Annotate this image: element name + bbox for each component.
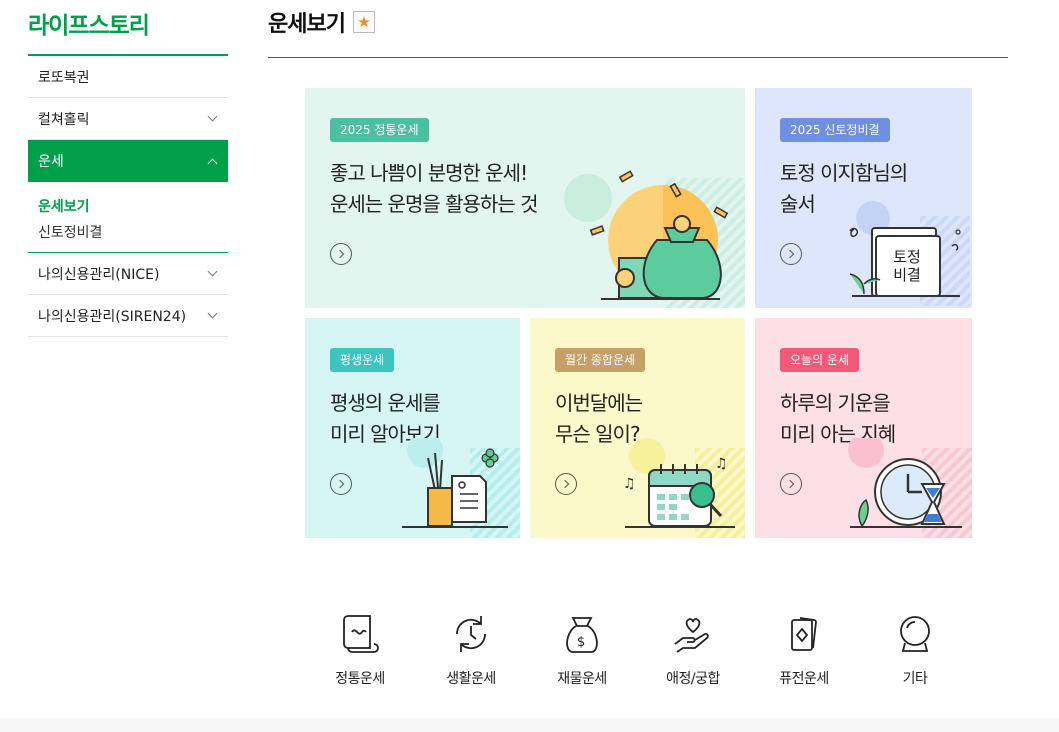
calendar-illustration: ♫ ♫ bbox=[623, 438, 745, 538]
cycle-icon bbox=[456, 616, 486, 652]
chevron-down-icon bbox=[207, 308, 218, 319]
category-etc[interactable]: 기타 bbox=[865, 612, 965, 688]
card-monthly-fortune[interactable]: 월간 종합운세 이번달에는 무슨 일이? ♫ ♫ bbox=[530, 318, 745, 538]
sidebar-item-label: 컬쳐홀릭 bbox=[38, 111, 90, 128]
scroll-icon bbox=[343, 615, 379, 653]
card-today-fortune[interactable]: 오늘의 운세 하루의 기운을 미리 아는 지혜 bbox=[755, 318, 972, 538]
sidebar-item-lotto[interactable]: 로또복권 bbox=[28, 56, 228, 98]
category-traditional[interactable]: 정통운세 bbox=[310, 612, 410, 688]
pencil-cup-illustration bbox=[402, 438, 520, 538]
book-title: 토정 비결 bbox=[893, 248, 921, 284]
card-title: 좋고 나쁨이 분명한 운세! 운세는 운명을 활용하는 것 bbox=[330, 161, 538, 216]
arrow-right-circle-icon[interactable] bbox=[780, 243, 802, 265]
category-daily-life[interactable]: 생활운세 bbox=[421, 612, 521, 688]
heart-hand-icon bbox=[674, 618, 709, 653]
category-label: 퓨전운세 bbox=[779, 671, 829, 687]
category-label: 애정/궁합 bbox=[666, 671, 720, 687]
money-bag-illustration bbox=[564, 170, 745, 308]
favorite-star-icon[interactable]: ★ bbox=[352, 10, 375, 33]
page-header: 운세보기 ★ bbox=[268, 0, 1008, 58]
chevron-up-icon bbox=[207, 158, 218, 168]
sidebar-submenu: 운세보기 신토정비결 bbox=[28, 182, 228, 253]
sidebar-item-culture[interactable]: 컬쳐홀릭 bbox=[28, 98, 228, 140]
sidebar-item-credit-nice[interactable]: 나의신용관리(NICE) bbox=[28, 253, 228, 295]
footer-band bbox=[0, 718, 1059, 732]
card-lifetime-fortune[interactable]: 평생운세 평생의 운세를 미리 알아보기 bbox=[305, 318, 520, 538]
clock-hourglass-illustration bbox=[848, 438, 972, 538]
category-wealth[interactable]: $ 재물운세 bbox=[532, 612, 632, 688]
card-tag: 월간 종합운세 bbox=[555, 348, 646, 372]
arrow-right-circle-icon[interactable] bbox=[780, 473, 802, 495]
category-label: 기타 bbox=[902, 671, 928, 687]
submenu-item-fortune-view[interactable]: 운세보기 bbox=[38, 194, 218, 220]
card-tag: 2025 정통운세 bbox=[330, 118, 429, 142]
arrow-right-circle-icon[interactable] bbox=[330, 243, 352, 265]
chevron-down-icon bbox=[207, 266, 218, 277]
sidebar: 라이프스토리 로또복권 컬쳐홀릭 운세 운세보기 신토정비결 나의신용관리(NI… bbox=[28, 0, 228, 337]
brand-logo[interactable]: 라이프스토리 bbox=[28, 0, 228, 56]
category-fusion[interactable]: 퓨전운세 bbox=[754, 612, 854, 688]
submenu-item-tojeong[interactable]: 신토정비결 bbox=[38, 220, 218, 246]
page: 라이프스토리 로또복권 컬쳐홀릭 운세 운세보기 신토정비결 나의신용관리(NI… bbox=[0, 0, 1059, 732]
sidebar-item-label: 운세 bbox=[38, 154, 64, 170]
category-menu: 정통운세 생활운세 $ 재물운세 애정/궁합 퓨전운세 기타 bbox=[305, 612, 971, 702]
card-tojeong-bigyeol[interactable]: 2025 신토정비결 토정 이지함님의 술서 토정 비결 bbox=[755, 88, 972, 308]
category-label: 정통운세 bbox=[335, 671, 385, 687]
category-label: 생활운세 bbox=[446, 671, 496, 687]
svg-text:♫: ♫ bbox=[715, 456, 728, 472]
svg-text:$: $ bbox=[577, 635, 585, 650]
cards-icon bbox=[791, 617, 817, 651]
sidebar-item-fortune[interactable]: 운세 bbox=[28, 140, 228, 182]
sidebar-item-label: 나의신용관리(SIREN24) bbox=[38, 308, 187, 325]
category-love-match[interactable]: 애정/궁합 bbox=[643, 612, 743, 688]
svg-text:♫: ♫ bbox=[623, 476, 636, 492]
money-bag-icon: $ bbox=[566, 617, 598, 653]
card-traditional-fortune[interactable]: 2025 정통운세 좋고 나쁨이 분명한 운세! 운세는 운명을 활용하는 것 bbox=[305, 88, 745, 308]
chevron-down-icon bbox=[207, 111, 218, 122]
arrow-right-circle-icon[interactable] bbox=[330, 473, 352, 495]
sidebar-item-credit-siren24[interactable]: 나의신용관리(SIREN24) bbox=[28, 295, 228, 337]
card-tag: 2025 신토정비결 bbox=[780, 118, 890, 142]
crystal-ball-icon bbox=[900, 616, 930, 652]
card-tag: 오늘의 운세 bbox=[780, 348, 860, 372]
arrow-right-circle-icon[interactable] bbox=[555, 473, 577, 495]
sidebar-item-label: 로또복권 bbox=[38, 69, 90, 86]
card-tag: 평생운세 bbox=[330, 348, 395, 372]
category-label: 재물운세 bbox=[557, 671, 607, 687]
sidebar-item-label: 나의신용관리(NICE) bbox=[38, 266, 160, 283]
page-title: 운세보기 bbox=[268, 11, 346, 37]
